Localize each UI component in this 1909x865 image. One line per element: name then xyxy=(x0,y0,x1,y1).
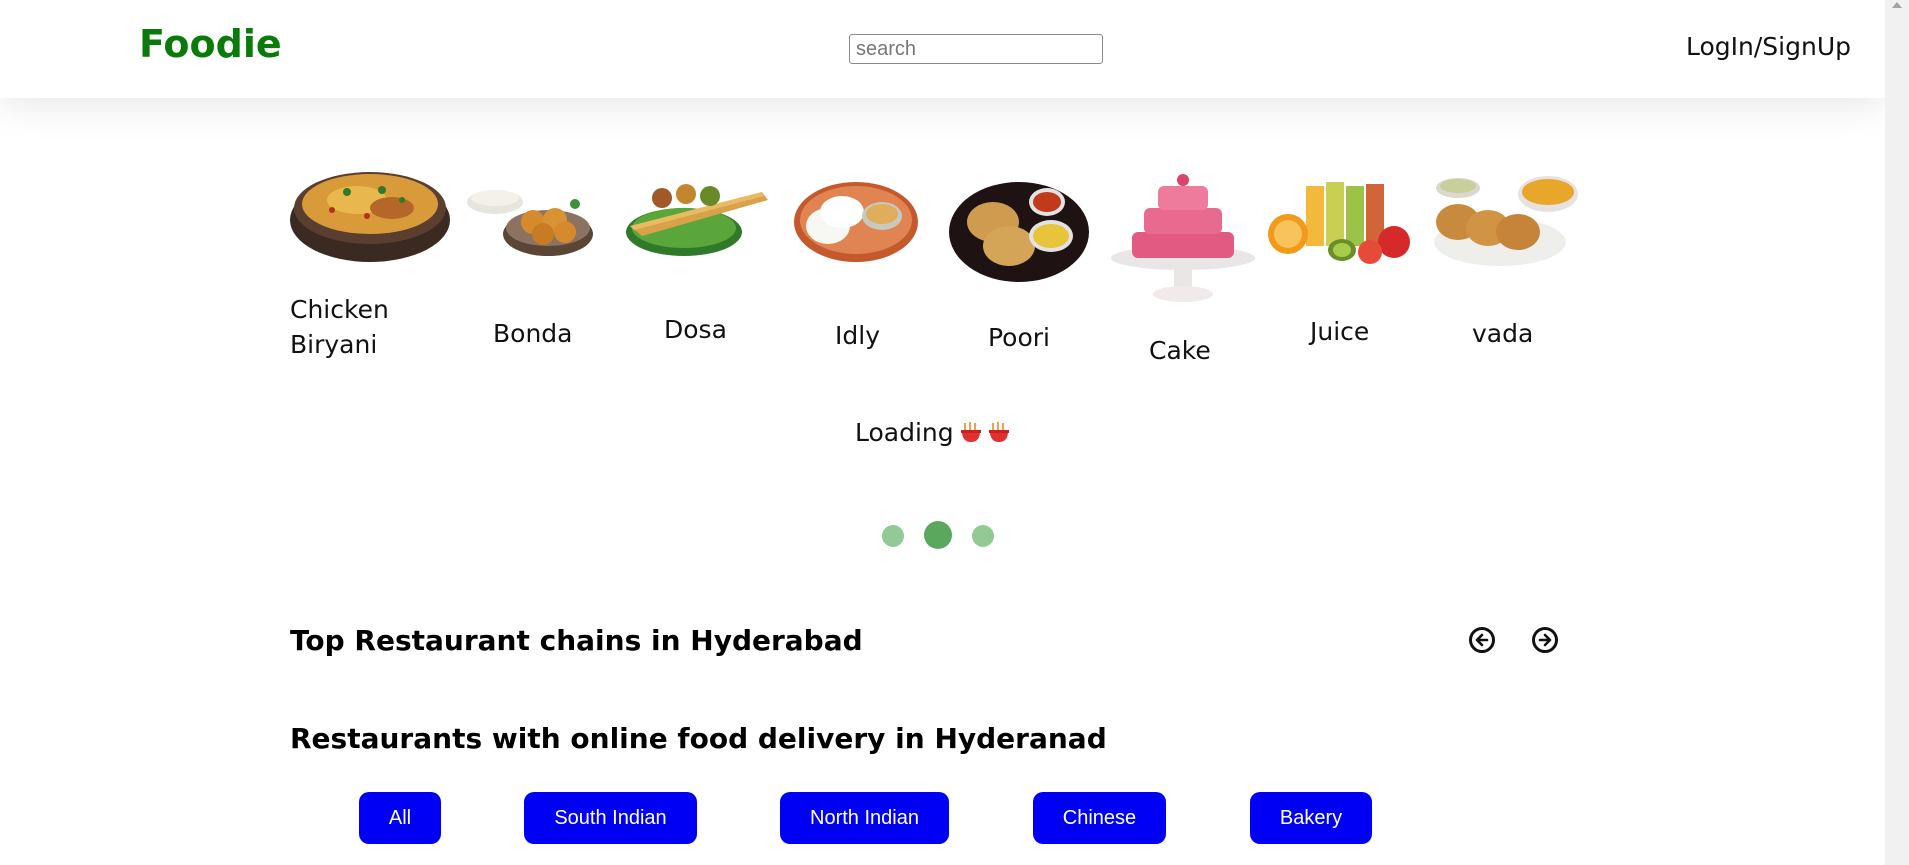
food-item-chicken-biryani[interactable]: Chicken Biryani xyxy=(290,292,389,362)
online-delivery-heading: Restaurants with online food delivery in… xyxy=(290,722,1107,755)
chicken-biryani-image[interactable] xyxy=(287,150,453,266)
food-item-dosa[interactable]: Dosa xyxy=(664,312,727,347)
carousel-dot-1[interactable] xyxy=(882,525,904,547)
filter-chinese-button[interactable]: Chinese xyxy=(1033,792,1166,844)
top-header: Foodie LogIn/SignUp xyxy=(0,0,1885,98)
food-label: Biryani xyxy=(290,330,378,359)
top-chains-heading: Top Restaurant chains in Hyderabad xyxy=(290,624,863,657)
food-label: vada xyxy=(1472,319,1534,348)
food-item-vada[interactable]: vada xyxy=(1472,316,1533,351)
food-label: Cake xyxy=(1149,336,1211,365)
page-scrollbar[interactable] xyxy=(1885,0,1909,865)
poori-image[interactable] xyxy=(947,176,1091,284)
arrow-right-icon xyxy=(1538,633,1552,647)
carousel-dot-3[interactable] xyxy=(972,525,994,547)
food-label: Bonda xyxy=(493,319,573,348)
filter-bakery-button[interactable]: Bakery xyxy=(1250,792,1372,844)
food-item-idly[interactable]: Idly xyxy=(835,318,880,353)
noodle-bowl-icon xyxy=(988,422,1009,442)
login-signup-link[interactable]: LogIn/SignUp xyxy=(1686,32,1851,61)
food-item-cake[interactable]: Cake xyxy=(1149,333,1211,368)
food-label: Idly xyxy=(835,321,880,350)
scroll-up-arrow-icon[interactable] xyxy=(1892,2,1902,8)
arrow-left-icon xyxy=(1475,633,1489,647)
food-label: Juice xyxy=(1310,317,1370,346)
bonda-image[interactable] xyxy=(463,176,597,262)
food-item-poori[interactable]: Poori xyxy=(988,320,1050,355)
food-item-juice[interactable]: Juice xyxy=(1310,314,1369,349)
juice-image[interactable] xyxy=(1266,168,1416,264)
dosa-image[interactable] xyxy=(622,174,770,260)
previous-button[interactable] xyxy=(1469,627,1495,653)
food-label: Poori xyxy=(988,323,1050,352)
idly-image[interactable] xyxy=(792,174,920,264)
vada-image[interactable] xyxy=(1430,170,1580,270)
cake-image[interactable] xyxy=(1110,170,1256,308)
filter-south-indian-button[interactable]: South Indian xyxy=(524,792,697,844)
food-item-bonda[interactable]: Bonda xyxy=(493,316,572,351)
food-label: Dosa xyxy=(664,315,727,344)
logo[interactable]: Foodie xyxy=(139,22,282,66)
carousel-dot-2[interactable] xyxy=(924,521,952,549)
loading-text: Loading xyxy=(855,418,954,447)
loading-indicator: Loading xyxy=(855,418,1010,447)
filter-north-indian-button[interactable]: North Indian xyxy=(780,792,949,844)
filter-all-button[interactable]: All xyxy=(359,792,441,844)
noodle-bowl-icon xyxy=(960,422,981,442)
search-input[interactable] xyxy=(849,34,1103,64)
food-label: Chicken xyxy=(290,295,389,324)
next-button[interactable] xyxy=(1532,627,1558,653)
